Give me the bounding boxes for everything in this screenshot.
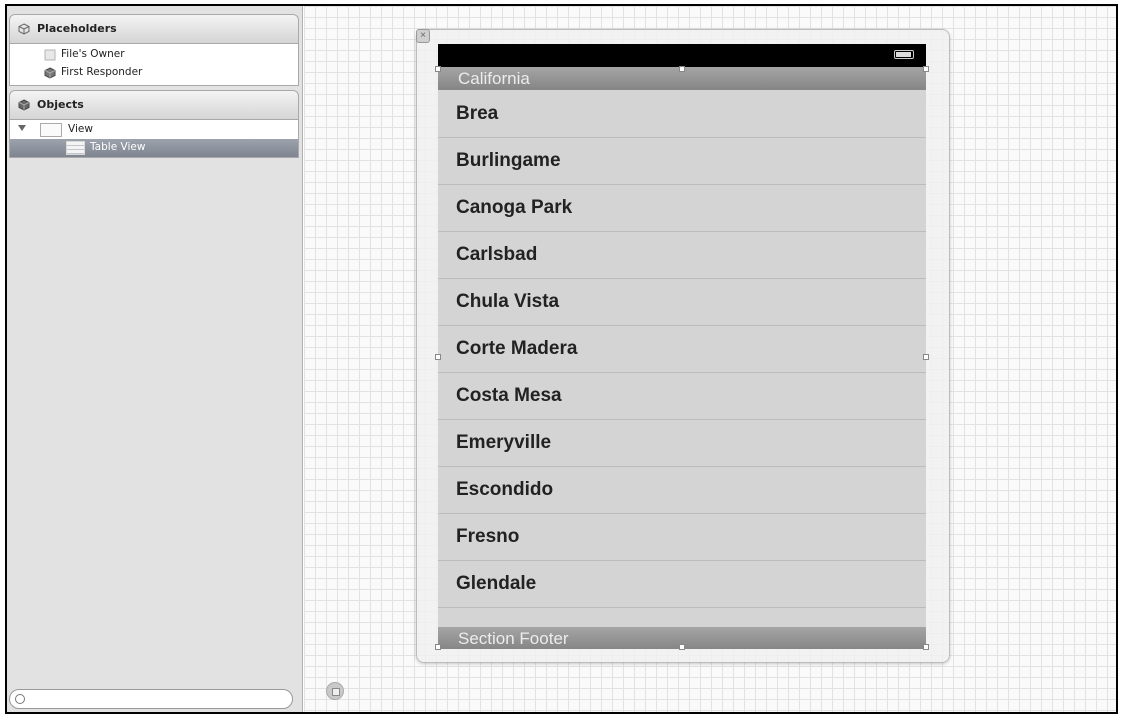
- interface-builder-window: Placeholders File's Owner First Responde…: [5, 4, 1118, 714]
- document-outline-sidebar: Placeholders File's Owner First Responde…: [7, 6, 303, 712]
- battery-icon: [894, 50, 914, 59]
- objects-title: Objects: [37, 98, 84, 111]
- cube-outline-icon: [18, 23, 30, 35]
- table-view-icon: [66, 141, 85, 155]
- objects-tree: View Table View: [9, 120, 299, 158]
- cell-label: Emeryville: [456, 432, 552, 453]
- section-header-label: California: [458, 69, 530, 88]
- placeholders-title: Placeholders: [37, 22, 117, 35]
- cell-label: Carlsbad: [456, 244, 538, 265]
- cell-label: Canoga Park: [456, 197, 573, 218]
- file-owner-icon: [44, 49, 56, 61]
- close-icon[interactable]: ×: [416, 29, 430, 43]
- section-footer-label: Section Footer: [458, 629, 569, 648]
- table-cell[interactable]: Burlingame: [438, 138, 926, 185]
- resize-handle-top-right[interactable]: [923, 66, 929, 72]
- table-cell[interactable]: Emeryville: [438, 420, 926, 467]
- placeholders-header[interactable]: Placeholders: [9, 14, 299, 44]
- table-cell[interactable]: Canoga Park: [438, 185, 926, 232]
- table-cell[interactable]: Corte Madera: [438, 326, 926, 373]
- placeholders-list: File's Owner First Responder: [9, 44, 299, 86]
- cell-label: Brea: [456, 103, 499, 124]
- first-responder-icon: [44, 67, 56, 79]
- cube-filled-icon: [18, 99, 30, 111]
- resize-handle-left[interactable]: [435, 354, 441, 360]
- tree-item-label: Table View: [90, 141, 146, 153]
- table-cell[interactable]: Carlsbad: [438, 232, 926, 279]
- table-cell[interactable]: Glendale: [438, 561, 926, 608]
- cell-label: Burlingame: [456, 150, 561, 171]
- cell-label: Chula Vista: [456, 291, 560, 312]
- resize-handle-top[interactable]: [679, 66, 685, 72]
- filter-search-field[interactable]: [9, 689, 293, 709]
- objects-header[interactable]: Objects: [9, 90, 299, 120]
- table-cell[interactable]: Brea: [438, 91, 926, 138]
- tree-item-table-view[interactable]: Table View: [10, 139, 298, 157]
- design-canvas[interactable]: × California Brea Burlingame Canoga Park…: [304, 6, 1116, 712]
- table-cell[interactable]: Fresno: [438, 514, 926, 561]
- table-cells: Brea Burlingame Canoga Park Carlsbad Chu…: [438, 91, 926, 627]
- table-cell[interactable]: Chula Vista: [438, 279, 926, 326]
- status-bar: [438, 44, 926, 67]
- filter-icon: [15, 694, 25, 704]
- outline-toggle-icon[interactable]: [326, 682, 344, 700]
- cell-label: Escondido: [456, 479, 554, 500]
- view-icon: [40, 123, 62, 137]
- cell-label: Corte Madera: [456, 338, 578, 359]
- table-view[interactable]: California Brea Burlingame Canoga Park C…: [438, 44, 926, 649]
- resize-handle-bottom-right[interactable]: [923, 644, 929, 650]
- cell-label: Glendale: [456, 573, 537, 594]
- placeholder-label: File's Owner: [61, 48, 125, 60]
- disclosure-triangle-icon[interactable]: [18, 125, 26, 131]
- resize-handle-right[interactable]: [923, 354, 929, 360]
- resize-handle-bottom[interactable]: [679, 644, 685, 650]
- resize-handle-top-left[interactable]: [435, 66, 441, 72]
- cell-label: Costa Mesa: [456, 385, 562, 406]
- placeholder-label: First Responder: [61, 66, 143, 78]
- resize-handle-bottom-left[interactable]: [435, 644, 441, 650]
- tree-item-label: View: [68, 123, 93, 135]
- table-cell[interactable]: Costa Mesa: [438, 373, 926, 420]
- table-cell[interactable]: Escondido: [438, 467, 926, 514]
- cell-label: Fresno: [456, 526, 520, 547]
- tree-item-view[interactable]: View: [10, 121, 298, 139]
